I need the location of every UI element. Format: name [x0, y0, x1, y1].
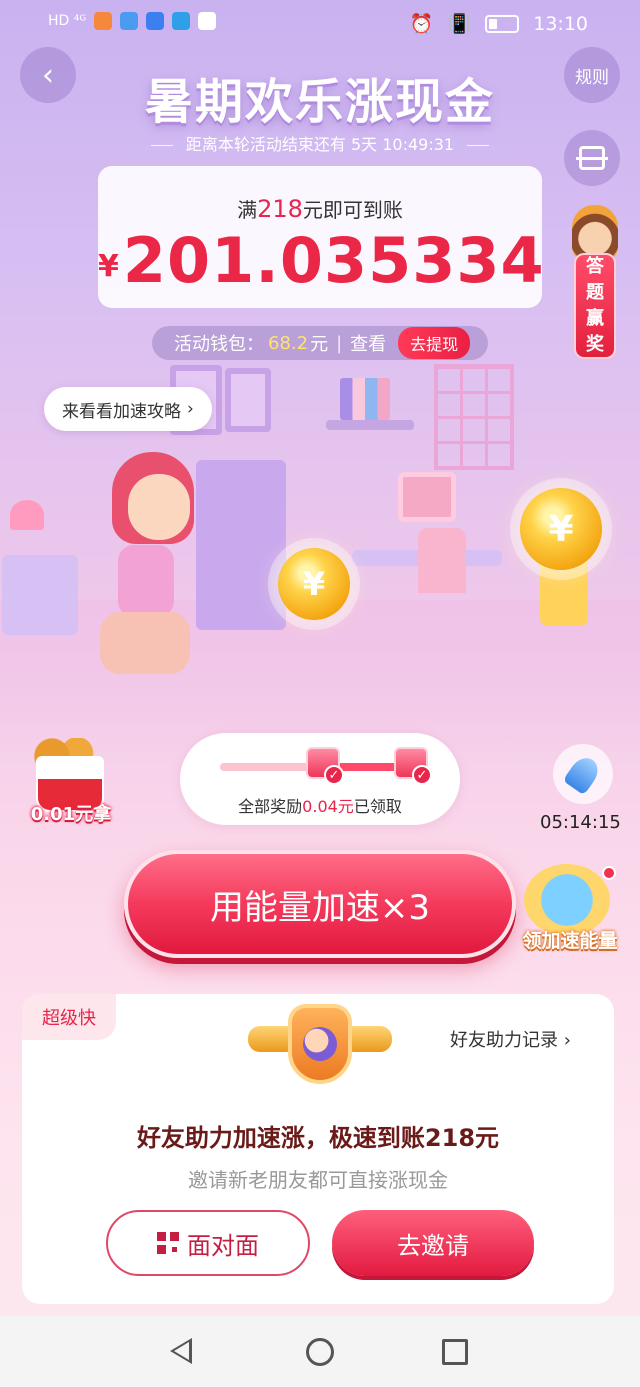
- currency-symbol: ¥: [98, 249, 119, 284]
- battery-icon: [485, 14, 520, 33]
- face-to-face-label: 面对面: [187, 1231, 259, 1260]
- quiz-label-3: 赢: [586, 308, 604, 329]
- lamp-icon: [10, 500, 44, 530]
- quiz-label-2: 题: [586, 282, 604, 303]
- threshold-suffix: 元即可到账: [302, 198, 403, 222]
- activity-wallet: 活动钱包： 68.2 元 | 查看 去提现: [152, 326, 488, 360]
- character-legs: [100, 612, 190, 674]
- wall-grid: [434, 364, 514, 470]
- kfc-promo[interactable]: 0.01元拿: [22, 738, 120, 828]
- badge-shield-icon: [288, 1004, 352, 1084]
- friend-boost-title: 好友助力加速涨，极速到账218元: [136, 1124, 500, 1152]
- search-notification-icon: [146, 12, 165, 30]
- quiz-reward-badge[interactable]: 答 题 赢 奖: [566, 205, 622, 359]
- threshold-prefix: 满: [237, 198, 258, 222]
- face-to-face-button[interactable]: 面对面: [106, 1210, 310, 1276]
- chevron-right-icon: ›: [187, 399, 194, 419]
- rocket-bonus-button[interactable]: [553, 744, 613, 804]
- vibrate-icon: 📳: [447, 13, 472, 35]
- threshold-amount: 218: [257, 195, 303, 223]
- reward-progress-text: 全部奖励0.04元已领取: [180, 793, 460, 817]
- scan-button[interactable]: [564, 130, 620, 186]
- signal-indicator: HD ⁴ᴳ: [48, 13, 87, 29]
- chair-icon: [418, 528, 466, 636]
- quiz-ribbon: 答 题 赢 奖: [574, 253, 616, 359]
- status-right-indicators: ⏰ 📳 13:10: [409, 12, 588, 36]
- divider: [467, 145, 490, 146]
- monitor-icon: [398, 472, 456, 522]
- qr-code-icon: [157, 1232, 179, 1254]
- status-left-indicators: HD ⁴ᴳ: [48, 12, 217, 30]
- chevron-right-icon: ›: [563, 1030, 571, 1051]
- progress-reward-amount: 0.04元: [302, 797, 354, 816]
- friend-boost-record-link[interactable]: 好友助力记录 ›: [450, 1026, 571, 1052]
- high-five-icon: [303, 1027, 337, 1061]
- countdown-value: 5天 10:49:31: [350, 135, 455, 154]
- character-body: [118, 545, 174, 617]
- check-icon: ✓: [412, 765, 432, 785]
- quiz-label-1: 答: [586, 256, 604, 277]
- scan-icon: [576, 146, 608, 170]
- weather-notification-icon: [172, 12, 191, 30]
- payout-threshold: 满218元即可到账: [98, 194, 542, 223]
- page-title: 暑期欢乐涨现金: [144, 74, 495, 130]
- balance-value: 201.035334: [122, 224, 545, 297]
- tip-label: 来看看加速攻略: [62, 401, 181, 422]
- coin-yen-icon: ¥: [548, 508, 574, 550]
- clock: 13:10: [533, 12, 588, 35]
- nav-home-icon[interactable]: [306, 1338, 334, 1366]
- bunk-bed: [196, 460, 286, 630]
- side-table: [2, 555, 78, 635]
- nav-recents-icon[interactable]: [442, 1339, 468, 1365]
- countdown-prefix: 距离本轮活动结束还有: [185, 135, 346, 154]
- wallet-value: 68.2: [268, 332, 309, 354]
- collectible-coin[interactable]: ¥: [520, 488, 602, 570]
- system-navigation-bar: [0, 1316, 640, 1387]
- accelerate-button[interactable]: 用能量加速×3: [124, 850, 516, 958]
- books-icon: [340, 378, 390, 420]
- friend-boost-card: 超级快 好友助力记录 › 好友助力加速涨，极速到账218元 邀请新老朋友都可直接…: [22, 994, 614, 1304]
- friend-boost-badge: [248, 1004, 392, 1090]
- activity-countdown: 距离本轮活动结束还有 5天 10:49:31: [0, 131, 640, 155]
- coin-yen-icon: ¥: [302, 565, 326, 603]
- check-icon: ✓: [324, 765, 344, 785]
- app-notification-icon: [94, 12, 113, 30]
- wall-frame: [225, 368, 271, 432]
- record-link-label: 好友助力记录: [450, 1030, 558, 1051]
- speedup-tips-link[interactable]: 来看看加速攻略 ›: [44, 387, 212, 431]
- wallet-separator: |: [336, 332, 343, 354]
- progress-prefix: 全部奖励: [238, 797, 303, 816]
- reward-progress-card: ✓ ✓ 全部奖励0.04元已领取: [180, 733, 460, 825]
- invite-button[interactable]: 去邀请: [332, 1210, 534, 1276]
- wallet-label: 活动钱包：: [174, 334, 264, 355]
- character-face: [128, 474, 190, 540]
- get-energy-button[interactable]: 领加速能量: [510, 864, 630, 956]
- nav-back-icon[interactable]: [170, 1338, 192, 1364]
- get-energy-label: 领加速能量: [522, 930, 618, 952]
- wall-shelf: [326, 420, 414, 430]
- kfc-promo-label: 0.01元拿: [30, 804, 112, 825]
- quiz-label-4: 奖: [586, 334, 604, 355]
- balance-card: 满218元即可到账 ¥201.035334: [98, 166, 545, 308]
- notification-dot: [602, 866, 616, 880]
- super-fast-tag: 超级快: [22, 994, 116, 1040]
- chat-notification-icon: [198, 12, 217, 30]
- alarm-icon: ⏰: [409, 13, 434, 35]
- divider: [150, 145, 173, 146]
- status-bar: HD ⁴ᴳ ⏰ 📳 13:10: [0, 0, 640, 48]
- rules-button[interactable]: 规则: [564, 47, 620, 103]
- cloud-notification-icon: [120, 12, 139, 30]
- balance-amount: ¥201.035334: [98, 224, 545, 297]
- collectible-coin[interactable]: ¥: [278, 548, 350, 620]
- rocket-icon: [562, 752, 604, 796]
- withdraw-button[interactable]: 去提现: [398, 327, 471, 359]
- wallet-view-link[interactable]: 查看: [350, 330, 386, 356]
- rocket-timer: 05:14:15: [540, 812, 621, 833]
- friend-boost-subtitle: 邀请新老朋友都可直接涨现金: [188, 1168, 448, 1192]
- progress-suffix: 已领取: [353, 797, 402, 816]
- wallet-unit: 元: [310, 334, 329, 355]
